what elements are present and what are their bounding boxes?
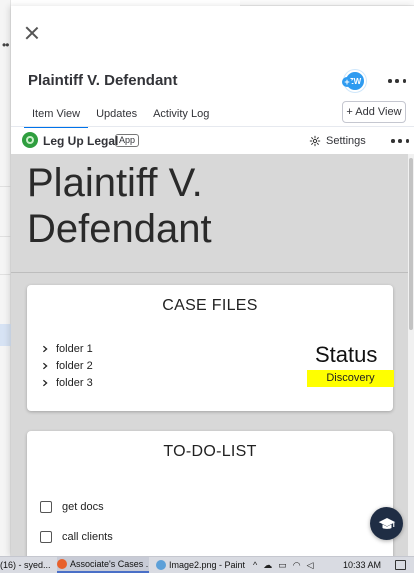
volume-icon[interactable]: ◁ xyxy=(307,560,314,571)
case-title: Plaintiff V. Defendant xyxy=(27,160,212,252)
todo-list: get docs call clients xyxy=(40,492,113,552)
app-header: Leg Up Legal App Settings xyxy=(11,128,414,154)
clock[interactable]: 10:33 AM xyxy=(343,560,381,570)
item-panel: Plaintiff V. Defendant + ZW Item View Up… xyxy=(11,6,414,556)
folder-list: folder 1 folder 2 folder 3 xyxy=(41,340,93,391)
chevron-right-icon xyxy=(42,362,48,369)
system-tray: ^ ☁ ▭ ◠ ◁ xyxy=(253,557,314,573)
folder-item[interactable]: folder 2 xyxy=(41,357,93,374)
add-view-button[interactable]: + Add View xyxy=(342,101,406,123)
help-button[interactable] xyxy=(370,507,403,540)
chevron-right-icon xyxy=(42,379,48,386)
cloud-icon[interactable]: ☁ xyxy=(263,560,272,571)
chevron-up-icon[interactable]: ^ xyxy=(253,560,257,570)
scrollbar-thumb[interactable] xyxy=(409,158,413,330)
folder-item[interactable]: folder 1 xyxy=(41,340,93,357)
case-title-line-2: Defendant xyxy=(27,207,212,251)
plus-icon: + xyxy=(342,77,352,87)
settings-button[interactable]: Settings xyxy=(309,132,366,150)
case-title-line-1: Plaintiff V. xyxy=(27,161,203,205)
app-name: Leg Up Legal xyxy=(43,134,119,148)
divider xyxy=(11,272,408,273)
graduation-cap-icon xyxy=(378,517,395,529)
tab-activity-log[interactable]: Activity Log xyxy=(145,102,217,128)
todo-checkbox[interactable] xyxy=(40,531,52,543)
status-label: Status xyxy=(315,342,378,367)
leg-up-legal-logo-icon xyxy=(22,132,38,148)
app-more-options-icon[interactable] xyxy=(391,138,409,144)
taskbar-item-chrome[interactable]: (16) - syed... xyxy=(0,557,55,573)
firefox-icon xyxy=(57,559,67,569)
app-canvas: Plaintiff V. Defendant CASE FILES folder… xyxy=(11,154,408,556)
tab-item-view[interactable]: Item View xyxy=(24,102,89,128)
item-title: Plaintiff V. Defendant xyxy=(28,72,178,89)
background-selected-row xyxy=(0,324,11,346)
chevron-right-icon xyxy=(42,345,48,352)
notification-icon[interactable] xyxy=(395,560,406,570)
divider xyxy=(0,186,11,187)
case-files-card: CASE FILES folder 1 folder 2 folder 3 St… xyxy=(27,285,394,411)
paint-icon xyxy=(156,560,166,570)
app-badge: App xyxy=(115,134,140,147)
divider xyxy=(11,126,414,127)
taskbar-label: Associate's Cases ... xyxy=(70,559,149,569)
todo-item: call clients xyxy=(40,522,113,552)
folder-label: folder 1 xyxy=(56,342,93,355)
status-badge[interactable]: Discovery xyxy=(307,370,394,387)
network-icon[interactable]: ▭ xyxy=(278,560,287,571)
todo-heading: TO-DO-LIST xyxy=(163,443,257,460)
folder-item[interactable]: folder 3 xyxy=(41,374,93,391)
todo-label: call clients xyxy=(62,531,113,543)
more-dots-icon: •• xyxy=(2,38,9,52)
folder-label: folder 3 xyxy=(56,376,93,389)
settings-label: Settings xyxy=(326,135,366,147)
taskbar-item-firefox[interactable]: Associate's Cases ... xyxy=(57,557,149,573)
view-tabs: Item View Updates Activity Log xyxy=(24,102,217,128)
todo-checkbox[interactable] xyxy=(40,501,52,513)
todo-item: get docs xyxy=(40,492,113,522)
folder-label: folder 2 xyxy=(56,359,93,372)
gear-icon xyxy=(309,135,321,147)
tab-updates[interactable]: Updates xyxy=(88,102,145,128)
todo-card: TO-DO-LIST get docs call clients xyxy=(27,431,393,556)
divider xyxy=(0,274,11,275)
taskbar: (16) - syed... Associate's Cases ... Ima… xyxy=(0,556,414,573)
wifi-icon[interactable]: ◠ xyxy=(293,560,301,571)
taskbar-item-paint[interactable]: Image2.png - Paint xyxy=(156,557,248,573)
case-files-heading: CASE FILES xyxy=(162,297,258,314)
todo-label: get docs xyxy=(62,501,104,513)
more-options-icon[interactable] xyxy=(388,78,406,84)
divider xyxy=(0,236,11,237)
avatar[interactable]: + ZW xyxy=(342,70,366,92)
background-app: •• xyxy=(0,0,11,556)
close-icon[interactable] xyxy=(23,24,41,42)
taskbar-label: (16) - syed... xyxy=(0,560,51,570)
taskbar-label: Image2.png - Paint xyxy=(169,560,246,570)
